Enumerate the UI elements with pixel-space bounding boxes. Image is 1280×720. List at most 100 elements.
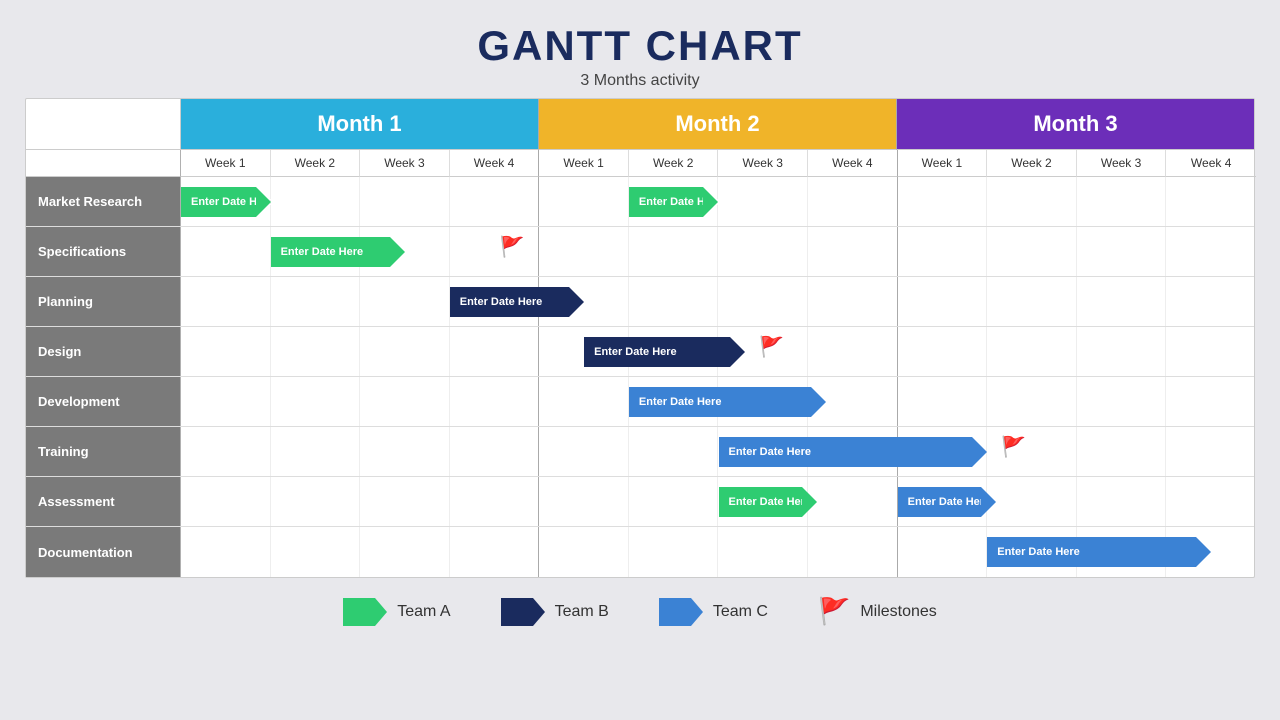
week-header-7: Week 4	[808, 150, 898, 177]
legend-flag-icon: 🚩	[818, 596, 850, 627]
week-cell	[539, 527, 629, 577]
row-weeks: Enter Date Here	[181, 527, 1256, 577]
week-cell	[450, 477, 540, 526]
week-cell	[629, 227, 719, 276]
week-header-5: Week 2	[629, 150, 719, 177]
week-cell	[181, 277, 271, 326]
week-cell	[360, 527, 450, 577]
legend-arrow-green	[343, 598, 387, 626]
week-header-4: Week 1	[539, 150, 629, 177]
week-cell	[987, 327, 1077, 376]
week-cell	[450, 427, 540, 476]
row-weeks: Enter Date HereEnter Date Here	[181, 477, 1256, 526]
label-spacer	[26, 99, 181, 150]
gantt-bar: Enter Date Here	[987, 537, 1211, 567]
week-cell	[718, 227, 808, 276]
week-cell	[808, 277, 898, 326]
gantt-bar: Enter Date Here	[898, 487, 997, 517]
table-row: Market ResearchEnter Date HereEnter Date…	[26, 177, 1254, 227]
week-cell	[898, 177, 988, 226]
week-cell	[450, 527, 540, 577]
row-label: Development	[26, 377, 181, 426]
week-cell	[1166, 377, 1256, 426]
week-headers-row: Week 1Week 2Week 3Week 4Week 1Week 2Week…	[26, 150, 1254, 177]
data-rows: Market ResearchEnter Date HereEnter Date…	[26, 177, 1254, 577]
week-cell	[629, 427, 719, 476]
row-label: Documentation	[26, 527, 181, 577]
week-cell	[271, 527, 361, 577]
row-label: Specifications	[26, 227, 181, 276]
week-cell	[718, 277, 808, 326]
month-header-3: Month 3	[897, 99, 1254, 150]
table-row: DevelopmentEnter Date Here	[26, 377, 1254, 427]
week-cell	[539, 427, 629, 476]
week-cell	[987, 377, 1077, 426]
week-cell	[1077, 327, 1167, 376]
week-cell	[898, 277, 988, 326]
week-cell	[629, 277, 719, 326]
week-cell	[181, 227, 271, 276]
week-cell	[1166, 277, 1256, 326]
week-cell	[271, 327, 361, 376]
gantt-bar: Enter Date Here	[584, 337, 745, 367]
legend-item-team-a: Team A	[343, 598, 450, 626]
week-cell	[360, 427, 450, 476]
milestone-flag: 🚩	[1001, 434, 1026, 459]
table-row: DesignEnter Date Here🚩	[26, 327, 1254, 377]
week-cell	[898, 377, 988, 426]
week-header-10: Week 3	[1077, 150, 1167, 177]
gantt-bar: Enter Date Here	[719, 437, 988, 467]
month-header-1: Month 1	[181, 99, 539, 150]
week-cell	[808, 177, 898, 226]
legend-item-milestones: 🚩 Milestones	[818, 596, 937, 627]
week-header-0: Week 1	[181, 150, 271, 177]
week-cell	[1166, 477, 1256, 526]
week-cell	[898, 527, 988, 577]
month-headers-inner: Month 1Month 2Month 3	[181, 99, 1254, 150]
week-header-11: Week 4	[1166, 150, 1256, 177]
week-cell	[987, 227, 1077, 276]
row-weeks: Enter Date Here 🚩	[181, 327, 1256, 376]
week-cell	[450, 177, 540, 226]
week-cell	[181, 477, 271, 526]
week-cell	[987, 277, 1077, 326]
week-cell	[1166, 177, 1256, 226]
week-cell	[181, 527, 271, 577]
week-cell	[987, 477, 1077, 526]
week-cell	[1077, 427, 1167, 476]
main-title: GANTT CHART	[477, 22, 802, 70]
month-header-2: Month 2	[539, 99, 897, 150]
week-cell	[1077, 227, 1167, 276]
week-cell	[1166, 327, 1256, 376]
milestone-flag: 🚩	[759, 334, 784, 359]
row-weeks: Enter Date Here 🚩	[181, 427, 1256, 476]
row-label: Training	[26, 427, 181, 476]
week-cell	[360, 377, 450, 426]
table-row: Documentation Enter Date Here	[26, 527, 1254, 577]
week-cell	[808, 327, 898, 376]
legend: Team A Team B Team C 🚩 Milestones	[343, 596, 937, 627]
week-cell	[718, 177, 808, 226]
week-cell	[181, 377, 271, 426]
row-weeks: Enter Date Here🚩	[181, 227, 1256, 276]
legend-label-team-c: Team C	[713, 603, 768, 621]
week-header-3: Week 4	[450, 150, 540, 177]
gantt-bar: Enter Date Here	[181, 187, 271, 217]
legend-label-team-b: Team B	[555, 603, 609, 621]
week-cell	[271, 277, 361, 326]
week-cell	[271, 477, 361, 526]
week-cell	[1077, 477, 1167, 526]
week-cell	[898, 227, 988, 276]
week-header-9: Week 2	[987, 150, 1077, 177]
week-cell	[181, 427, 271, 476]
week-cell	[539, 377, 629, 426]
week-cell	[898, 327, 988, 376]
week-cell	[360, 177, 450, 226]
week-cell	[539, 227, 629, 276]
week-cell	[1166, 427, 1256, 476]
week-cell	[808, 227, 898, 276]
gantt-chart: Month 1Month 2Month 3 Week 1Week 2Week 3…	[25, 98, 1255, 578]
week-cell	[808, 477, 898, 526]
week-header-2: Week 3	[360, 150, 450, 177]
milestone-flag: 🚩	[500, 234, 525, 259]
